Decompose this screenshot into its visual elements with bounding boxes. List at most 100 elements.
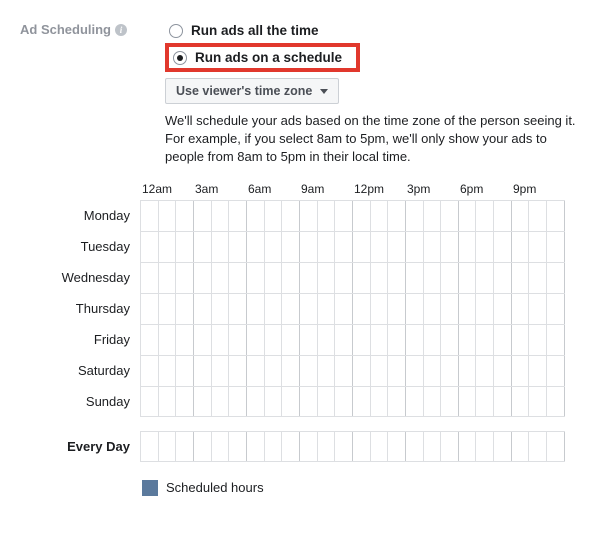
schedule-cell[interactable]	[159, 232, 177, 262]
schedule-cell[interactable]	[247, 201, 265, 231]
schedule-cell[interactable]	[476, 263, 494, 293]
schedule-cell[interactable]	[406, 356, 424, 386]
schedule-cell[interactable]	[282, 325, 300, 355]
schedule-cell[interactable]	[512, 387, 530, 416]
schedule-cell[interactable]	[300, 387, 318, 416]
schedule-cell[interactable]	[229, 232, 247, 262]
schedule-cell[interactable]	[212, 294, 230, 324]
schedule-cell[interactable]	[141, 356, 159, 386]
schedule-cell[interactable]	[406, 263, 424, 293]
schedule-cell[interactable]	[194, 294, 212, 324]
schedule-cell[interactable]	[247, 432, 265, 461]
schedule-cell[interactable]	[282, 356, 300, 386]
schedule-cell[interactable]	[441, 325, 459, 355]
schedule-cell[interactable]	[371, 263, 389, 293]
schedule-cell[interactable]	[371, 356, 389, 386]
schedule-cell[interactable]	[459, 201, 477, 231]
schedule-cell[interactable]	[388, 232, 406, 262]
schedule-cell[interactable]	[353, 356, 371, 386]
schedule-cell[interactable]	[176, 325, 194, 355]
schedule-cell[interactable]	[265, 387, 283, 416]
schedule-cell[interactable]	[282, 263, 300, 293]
schedule-cell[interactable]	[212, 263, 230, 293]
schedule-cell[interactable]	[476, 387, 494, 416]
schedule-cell[interactable]	[441, 432, 459, 461]
schedule-cell[interactable]	[141, 263, 159, 293]
schedule-cell[interactable]	[459, 325, 477, 355]
schedule-cell[interactable]	[353, 294, 371, 324]
schedule-cell[interactable]	[459, 294, 477, 324]
schedule-cell[interactable]	[300, 356, 318, 386]
schedule-cell[interactable]	[424, 356, 442, 386]
day-cells[interactable]	[140, 200, 565, 231]
schedule-cell[interactable]	[229, 201, 247, 231]
schedule-cell[interactable]	[265, 325, 283, 355]
schedule-cell[interactable]	[335, 263, 353, 293]
schedule-cell[interactable]	[247, 325, 265, 355]
schedule-cell[interactable]	[424, 201, 442, 231]
schedule-cell[interactable]	[229, 294, 247, 324]
schedule-cell[interactable]	[318, 432, 336, 461]
schedule-cell[interactable]	[159, 201, 177, 231]
every-day-cells[interactable]	[140, 431, 565, 462]
schedule-cell[interactable]	[512, 232, 530, 262]
schedule-cell[interactable]	[424, 432, 442, 461]
schedule-cell[interactable]	[247, 387, 265, 416]
info-icon[interactable]: i	[115, 24, 127, 36]
schedule-cell[interactable]	[441, 294, 459, 324]
schedule-cell[interactable]	[494, 294, 512, 324]
schedule-cell[interactable]	[318, 325, 336, 355]
schedule-cell[interactable]	[406, 432, 424, 461]
schedule-cell[interactable]	[494, 263, 512, 293]
schedule-cell[interactable]	[512, 325, 530, 355]
schedule-cell[interactable]	[159, 387, 177, 416]
schedule-cell[interactable]	[476, 232, 494, 262]
schedule-cell[interactable]	[318, 294, 336, 324]
schedule-cell[interactable]	[300, 263, 318, 293]
schedule-cell[interactable]	[335, 232, 353, 262]
schedule-cell[interactable]	[476, 432, 494, 461]
schedule-cell[interactable]	[212, 432, 230, 461]
schedule-cell[interactable]	[459, 356, 477, 386]
schedule-cell[interactable]	[247, 263, 265, 293]
schedule-cell[interactable]	[194, 432, 212, 461]
schedule-cell[interactable]	[406, 201, 424, 231]
schedule-cell[interactable]	[141, 232, 159, 262]
schedule-cell[interactable]	[335, 325, 353, 355]
schedule-cell[interactable]	[494, 387, 512, 416]
schedule-cell[interactable]	[229, 387, 247, 416]
schedule-cell[interactable]	[212, 325, 230, 355]
schedule-cell[interactable]	[141, 294, 159, 324]
schedule-cell[interactable]	[388, 201, 406, 231]
schedule-cell[interactable]	[247, 232, 265, 262]
schedule-cell[interactable]	[424, 387, 442, 416]
schedule-cell[interactable]	[176, 356, 194, 386]
schedule-cell[interactable]	[159, 325, 177, 355]
schedule-cell[interactable]	[547, 232, 565, 262]
schedule-cell[interactable]	[494, 325, 512, 355]
schedule-cell[interactable]	[282, 387, 300, 416]
schedule-cell[interactable]	[424, 263, 442, 293]
schedule-cell[interactable]	[547, 356, 565, 386]
schedule-cell[interactable]	[265, 432, 283, 461]
schedule-cell[interactable]	[441, 201, 459, 231]
schedule-cell[interactable]	[353, 201, 371, 231]
schedule-cell[interactable]	[441, 232, 459, 262]
schedule-cell[interactable]	[176, 387, 194, 416]
schedule-cell[interactable]	[529, 294, 547, 324]
schedule-cell[interactable]	[529, 356, 547, 386]
schedule-cell[interactable]	[494, 201, 512, 231]
day-cells[interactable]	[140, 293, 565, 324]
schedule-cell[interactable]	[212, 232, 230, 262]
schedule-cell[interactable]	[353, 232, 371, 262]
schedule-cell[interactable]	[265, 356, 283, 386]
schedule-cell[interactable]	[265, 201, 283, 231]
schedule-cell[interactable]	[512, 201, 530, 231]
schedule-cell[interactable]	[353, 387, 371, 416]
schedule-cell[interactable]	[194, 201, 212, 231]
schedule-cell[interactable]	[547, 387, 565, 416]
schedule-cell[interactable]	[547, 201, 565, 231]
schedule-cell[interactable]	[194, 232, 212, 262]
schedule-cell[interactable]	[388, 387, 406, 416]
schedule-cell[interactable]	[300, 201, 318, 231]
